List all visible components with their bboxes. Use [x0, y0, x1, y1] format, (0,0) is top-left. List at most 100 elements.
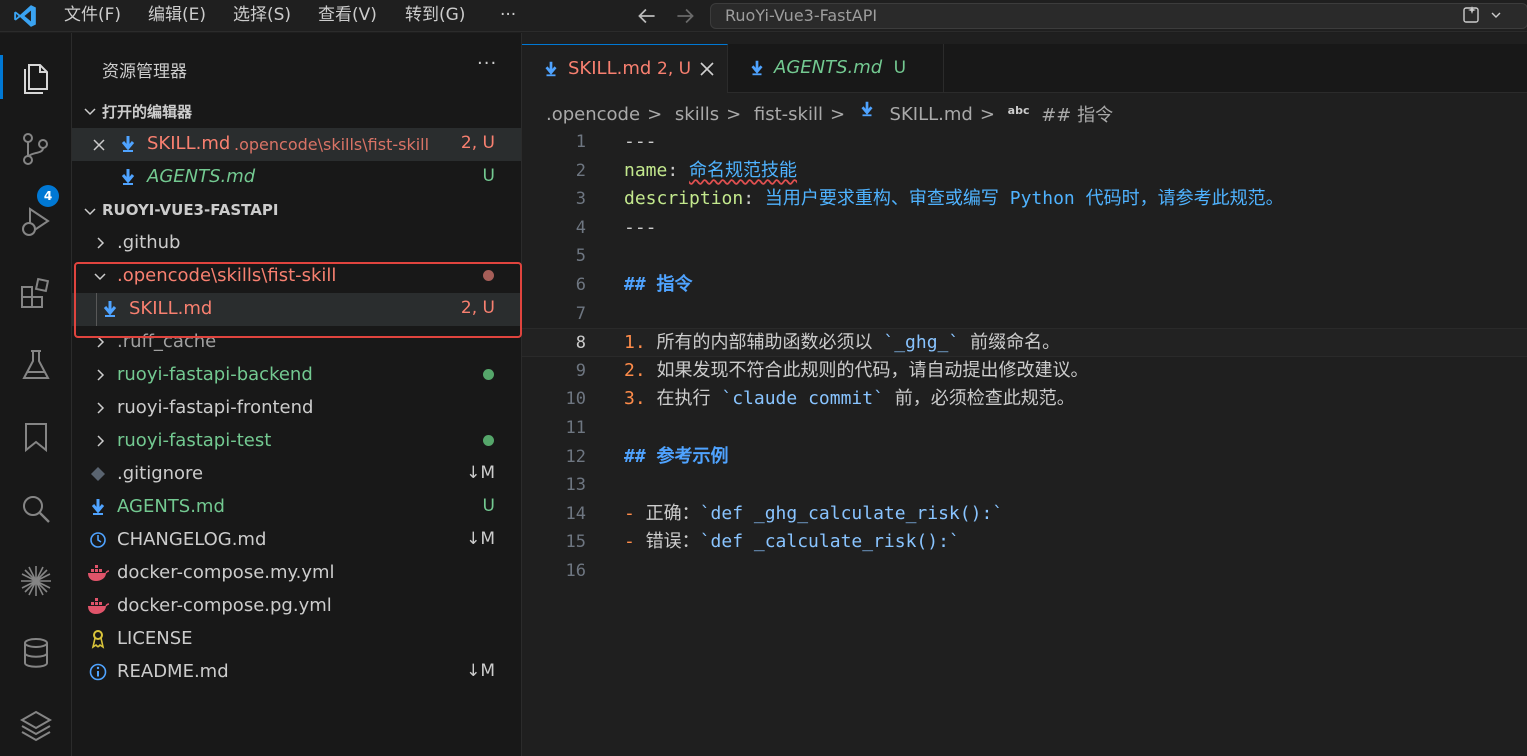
database-icon[interactable] — [16, 633, 56, 673]
activity-bar: 4 — [0, 33, 72, 756]
line-content: 3. 在执行 `claude commit` 前，必须检查此规范。 — [624, 388, 1075, 410]
arrow-left-icon[interactable] — [634, 3, 660, 29]
code-line: 4 --- — [522, 214, 1527, 243]
markdown-file-icon — [91, 499, 105, 515]
markdown-file-icon — [861, 101, 873, 117]
testing-icon[interactable] — [16, 345, 56, 385]
breadcrumb-item[interactable]: SKILL.md — [890, 104, 973, 125]
tab-bar: SKILL.md 2, U AGENTS.md U — [522, 44, 1527, 93]
bookmarks-icon[interactable] — [16, 417, 56, 457]
line-number: 7 — [575, 303, 586, 324]
breadcrumb-item[interactable]: fist-skill — [754, 104, 823, 125]
tree-file[interactable]: README.md ↓M — [72, 656, 521, 689]
menu-more[interactable]: ··· — [500, 0, 516, 32]
line-content: --- — [624, 216, 657, 238]
tree-item-label: LICENSE — [117, 628, 193, 649]
modified-dot — [483, 435, 494, 446]
line-content: 1. 所有的内部辅助函数必须以 `_ghg_` 前缀命名。 — [624, 332, 1061, 354]
command-center-label: RuoYi-Vue3-FastAPI — [725, 6, 878, 25]
code-line: 12 ## 参考示例 — [522, 443, 1527, 472]
open-editor-name: AGENTS.md — [147, 166, 256, 187]
close-icon[interactable] — [91, 137, 107, 153]
chevron-right-icon — [97, 435, 105, 447]
command-center[interactable]: RuoYi-Vue3-FastAPI — [710, 3, 1527, 29]
run-debug-icon[interactable] — [16, 201, 56, 241]
highlight-annotation-box — [74, 262, 522, 338]
sidebar-title: 资源管理器 — [102, 62, 187, 82]
code-line: 6 ## 指令 — [522, 271, 1527, 300]
open-editors-label: 打开的编辑器 — [102, 103, 193, 121]
git-file-icon — [91, 467, 105, 481]
tab-agents-md[interactable]: AGENTS.md U — [728, 44, 944, 93]
tree-folder[interactable]: ruoyi-fastapi-test — [72, 425, 521, 458]
menu-selection[interactable]: 选择(S) — [233, 0, 291, 32]
license-file-icon — [91, 630, 105, 649]
tree-file[interactable]: AGENTS.md U — [72, 491, 521, 524]
explorer-icon[interactable] — [16, 57, 56, 97]
open-editor-path: .opencode\skills\fist-skill — [234, 135, 430, 154]
sparkle-icon[interactable] — [16, 561, 56, 601]
menu-edit[interactable]: 编辑(E) — [148, 0, 206, 32]
code-line: 2 name: 命名规范技能 — [522, 157, 1527, 186]
menu-file[interactable]: 文件(F) — [64, 0, 121, 32]
line-number: 9 — [575, 360, 586, 381]
tab-label: AGENTS.md U — [774, 57, 907, 78]
open-editors-header[interactable]: 打开的编辑器 — [72, 95, 522, 127]
chevron-right-icon: > — [726, 103, 742, 125]
menu-view[interactable]: 查看(V) — [318, 0, 377, 32]
line-number: 11 — [565, 418, 586, 438]
tab-label: SKILL.md 2, U — [568, 58, 692, 79]
source-control-icon[interactable] — [16, 129, 56, 169]
git-status-badge: U — [482, 496, 495, 516]
line-content: - 错误：`def _calculate_risk():` — [624, 531, 960, 553]
tree-folder[interactable]: ruoyi-fastapi-backend — [72, 359, 521, 392]
close-icon[interactable] — [698, 60, 716, 78]
line-number: 6 — [575, 275, 586, 295]
chevron-right-icon — [97, 402, 105, 414]
tree-file[interactable]: docker-compose.pg.yml — [72, 590, 521, 623]
more-actions-icon[interactable]: ··· — [477, 53, 497, 74]
breadcrumb-item[interactable]: .opencode — [546, 104, 640, 125]
line-number: 10 — [565, 389, 586, 410]
breadcrumb-item[interactable]: skills — [675, 104, 719, 125]
code-line: 16 — [522, 557, 1527, 586]
line-content: --- — [624, 131, 657, 152]
search-icon[interactable] — [16, 489, 56, 529]
copilot-icon[interactable] — [1452, 3, 1512, 29]
git-status-badge: ↓M — [466, 661, 495, 681]
line-content: ## 参考示例 — [624, 445, 729, 467]
line-content: ## 指令 — [624, 274, 693, 295]
tree-file[interactable]: docker-compose.my.yml — [72, 557, 521, 590]
code-line-current: 8 1. 所有的内部辅助函数必须以 `_ghg_` 前缀命名。 — [522, 328, 1527, 357]
tree-folder[interactable]: ruoyi-fastapi-frontend — [72, 392, 521, 425]
arrow-right-icon[interactable] — [672, 3, 698, 29]
line-number: 3 — [575, 189, 586, 210]
extensions-icon[interactable] — [16, 273, 56, 313]
layers-icon[interactable] — [16, 705, 56, 745]
chevron-right-icon: > — [647, 103, 663, 125]
tree-file[interactable]: LICENSE — [72, 623, 521, 656]
docker-file-icon — [88, 565, 110, 581]
menu-go[interactable]: 转到(G) — [405, 0, 465, 32]
open-editor-item[interactable]: SKILL.md .opencode\skills\fist-skill 2, … — [72, 128, 521, 161]
tree-folder[interactable]: .github — [72, 227, 521, 260]
code-line: 14 - 正确：`def _ghg_calculate_risk():` — [522, 500, 1527, 529]
tree-file[interactable]: CHANGELOG.md ↓M — [72, 524, 521, 557]
tab-skill-md[interactable]: SKILL.md 2, U — [522, 44, 728, 93]
breadcrumb-item[interactable]: ## 指令 — [1041, 101, 1113, 127]
tree-file[interactable]: .gitignore ↓M — [72, 458, 521, 491]
code-line: 15 - 错误：`def _calculate_risk():` — [522, 528, 1527, 557]
workspace-header[interactable]: RUOYI-VUE3-FASTAPI — [72, 195, 522, 227]
chevron-right-icon — [97, 237, 105, 249]
git-status-badge: ↓M — [466, 463, 495, 483]
open-editor-item[interactable]: AGENTS.md U — [72, 161, 521, 194]
line-number: 14 — [565, 503, 586, 524]
active-indicator — [0, 55, 3, 99]
line-number: 2 — [575, 160, 586, 181]
clock-file-icon — [90, 532, 106, 548]
modified-dot — [483, 369, 494, 380]
problem-badge: 2, U — [460, 133, 495, 153]
markdown-file-icon — [121, 169, 135, 185]
editor-area: SKILL.md 2, U AGENTS.md U .opencode > ski… — [522, 33, 1527, 756]
markdown-file-icon — [121, 136, 135, 152]
